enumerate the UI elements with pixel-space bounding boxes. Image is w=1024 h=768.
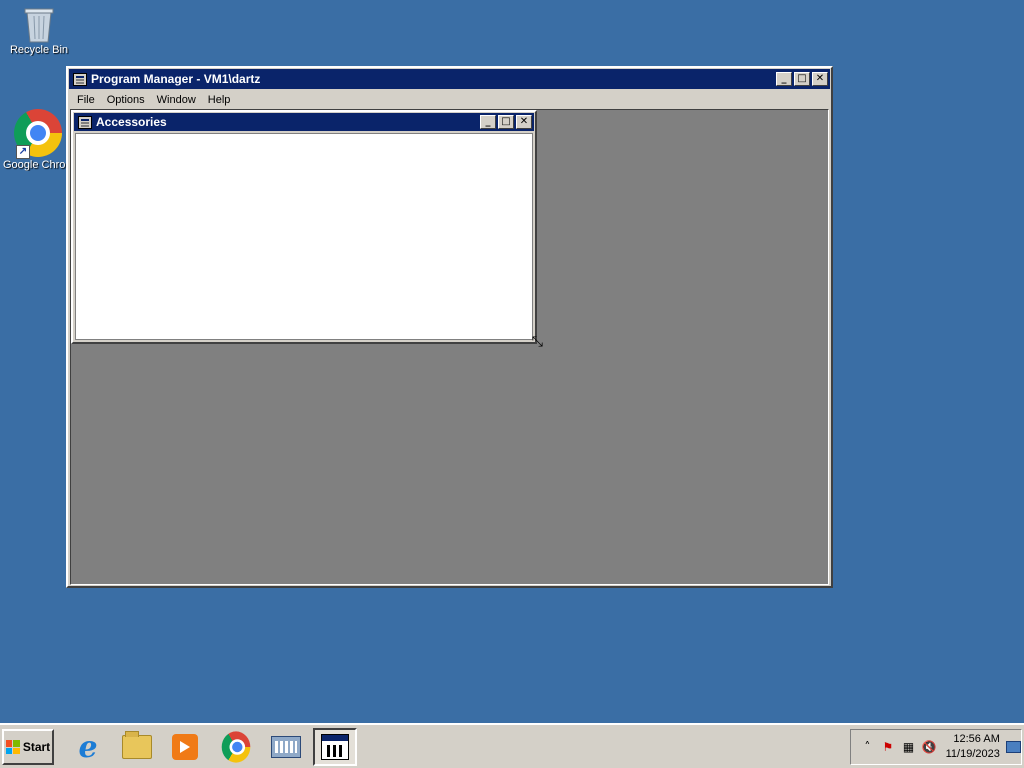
volume-muted-icon[interactable]: 🔇 (919, 740, 940, 754)
desktop-icon-recycle-bin[interactable]: Recycle Bin (4, 6, 74, 56)
taskbar-media-player[interactable] (163, 728, 207, 766)
program-manager-app-icon[interactable] (73, 72, 87, 86)
accessories-maximize-button[interactable]: □ (498, 115, 514, 129)
menu-file[interactable]: File (71, 94, 101, 106)
accessories-minimize-button[interactable]: _ (480, 115, 496, 129)
chrome-icon (221, 731, 251, 763)
mdi-client-area: Accessories _ □ ✕ ⤡ (70, 109, 829, 585)
taskbar-file-explorer[interactable] (115, 728, 159, 766)
taskbar-program-manager[interactable] (313, 728, 357, 766)
taskbar: Start e ˄ ⚑ ▦ 🔇 12:56 AM 11/19/2023 (0, 723, 1024, 768)
minimize-button[interactable]: _ (776, 72, 792, 86)
taskbar-chrome[interactable] (214, 728, 258, 766)
show-desktop-icon[interactable] (1005, 741, 1021, 753)
media-player-icon (172, 734, 198, 760)
action-center-flag-icon[interactable]: ⚑ (878, 740, 899, 754)
accessories-title: Accessories (96, 115, 167, 129)
recycle-bin-label: Recycle Bin (9, 44, 69, 56)
shortcut-arrow-icon: ↗ (16, 145, 30, 159)
maximize-button[interactable]: □ (794, 72, 810, 86)
clock[interactable]: 12:56 AM 11/19/2023 (946, 732, 1000, 762)
window-title: Program Manager - VM1\dartz (91, 72, 261, 86)
menu-bar: File Options Window Help (68, 90, 831, 109)
resize-cursor-icon[interactable]: ⤡ (532, 334, 543, 350)
system-tray: ˄ ⚑ ▦ 🔇 12:56 AM 11/19/2023 (850, 729, 1022, 765)
start-label: Start (22, 740, 51, 754)
recycle-bin-icon (24, 6, 54, 43)
file-explorer-icon (122, 731, 152, 759)
menu-window[interactable]: Window (151, 94, 202, 106)
accessories-group-icon[interactable] (78, 115, 92, 129)
close-button[interactable]: ✕ (812, 72, 828, 86)
accessories-close-button[interactable]: ✕ (516, 115, 532, 129)
program-manager-titlebar[interactable]: Program Manager - VM1\dartz _ □ ✕ (69, 69, 830, 89)
program-manager-icon (321, 734, 349, 760)
google-chrome-label: Google Chrome (3, 159, 73, 171)
taskbar-internet-explorer[interactable]: e (66, 728, 110, 766)
clock-time: 12:56 AM (953, 733, 1000, 745)
windows-logo-icon (5, 740, 20, 754)
menu-help[interactable]: Help (202, 94, 237, 106)
on-screen-keyboard-icon (271, 736, 301, 758)
menu-options[interactable]: Options (101, 94, 151, 106)
accessories-titlebar[interactable]: Accessories _ □ ✕ (74, 113, 534, 131)
network-icon[interactable]: ▦ (898, 740, 919, 754)
program-manager-window[interactable]: Program Manager - VM1\dartz _ □ ✕ File O… (66, 66, 833, 588)
start-button[interactable]: Start (2, 729, 54, 765)
chrome-icon: ↗ (14, 109, 62, 159)
internet-explorer-icon: e (78, 729, 98, 765)
clock-date: 11/19/2023 (945, 748, 1000, 760)
accessories-group-window[interactable]: Accessories _ □ ✕ ⤡ (71, 110, 543, 350)
accessories-content-area[interactable] (75, 133, 533, 340)
taskbar-on-screen-keyboard[interactable] (264, 728, 308, 766)
desktop-icon-google-chrome[interactable]: ↗ Google Chrome (3, 109, 73, 171)
show-hidden-icons-chevron-icon[interactable]: ˄ (857, 740, 878, 754)
